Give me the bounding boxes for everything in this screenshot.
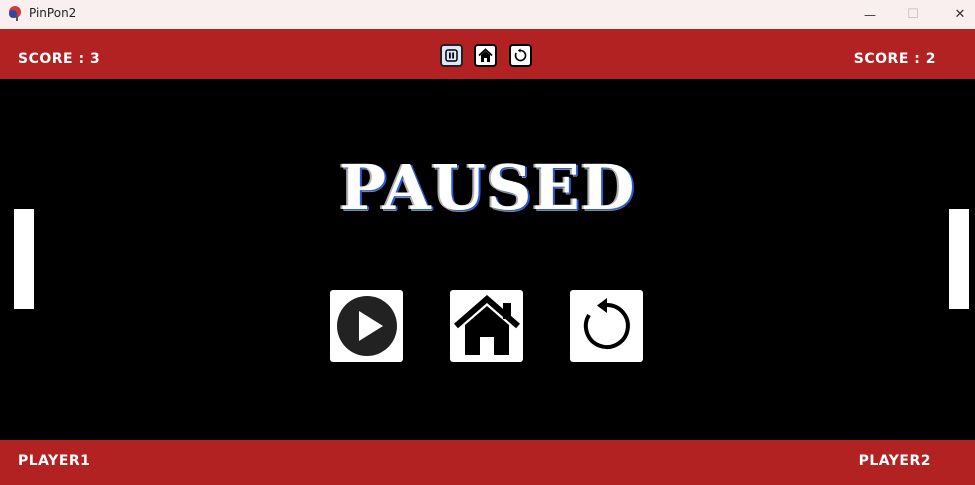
maximize-button[interactable]: ☐ [890,0,936,29]
player2-label: PLAYER2 [858,453,931,469]
right-score: SCORE : 2 [853,51,936,67]
minimize-button[interactable]: — [847,0,893,29]
play-field: PAUSED [0,79,975,440]
home-icon [453,295,520,355]
left-score: SCORE : 3 [18,51,101,67]
app-logo-icon [9,6,21,21]
pause-button[interactable] [440,44,463,67]
restart-button[interactable] [509,44,532,67]
home-icon [478,48,493,62]
player1-label: PLAYER1 [18,453,91,469]
left-paddle [14,209,34,309]
paused-title: PAUSED [339,151,636,224]
restart-icon [514,48,527,62]
close-button[interactable]: ✕ [937,0,975,29]
close-icon: ✕ [954,7,966,22]
restart-icon [583,298,630,349]
minimize-icon: — [864,7,876,22]
pause-icon [445,49,458,62]
resume-button[interactable] [330,290,403,362]
maximize-icon: ☐ [907,7,919,22]
menu-restart-button[interactable] [570,290,643,362]
window-titlebar: PinPon2 — ☐ ✕ [0,0,975,29]
player-bar: PLAYER1 PLAYER2 [0,440,975,485]
menu-home-button[interactable] [450,290,523,362]
right-paddle [949,209,969,309]
home-button[interactable] [474,44,497,67]
play-icon [336,296,397,356]
score-bar: SCORE : 3 SCORE : 2 [0,29,975,79]
window-title: PinPon2 [29,6,77,20]
